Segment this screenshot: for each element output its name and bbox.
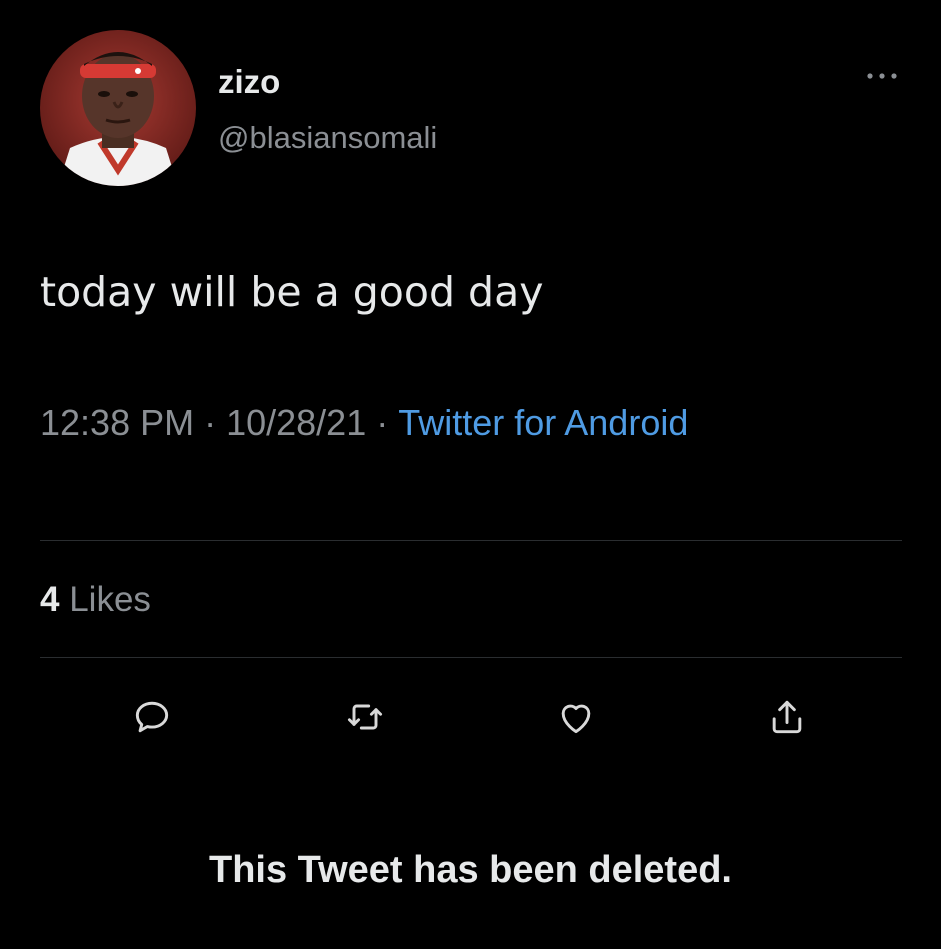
meta-separator: · xyxy=(376,402,389,443)
tweet-meta: 12:38 PM · 10/28/21 · Twitter for Android xyxy=(40,394,800,452)
meta-separator: · xyxy=(204,402,217,443)
display-name[interactable]: zizo xyxy=(218,62,280,102)
tweet-source-link[interactable]: Twitter for Android xyxy=(398,402,688,443)
more-options-icon[interactable] xyxy=(862,66,902,86)
likes-stat[interactable]: 4 Likes xyxy=(40,578,151,622)
divider xyxy=(40,540,902,541)
deleted-notice: This Tweet has been deleted. xyxy=(209,849,732,891)
divider xyxy=(40,657,902,658)
tweet-text: today will be a good day xyxy=(40,268,544,316)
retweet-button[interactable] xyxy=(340,692,390,742)
user-handle[interactable]: @blasiansomali xyxy=(218,118,437,158)
tweet-time[interactable]: 12:38 PM xyxy=(40,402,194,443)
likes-label: Likes xyxy=(69,580,151,619)
heart-icon xyxy=(561,704,591,734)
likes-count: 4 xyxy=(40,580,60,619)
share-icon xyxy=(772,700,802,734)
like-button[interactable] xyxy=(551,692,601,742)
reply-button[interactable] xyxy=(127,692,177,742)
avatar-image xyxy=(40,30,196,186)
retweet-icon xyxy=(347,704,383,730)
tweet-date[interactable]: 10/28/21 xyxy=(226,402,366,443)
reply-icon xyxy=(135,701,169,733)
avatar[interactable] xyxy=(40,30,196,186)
share-button[interactable] xyxy=(762,692,812,742)
